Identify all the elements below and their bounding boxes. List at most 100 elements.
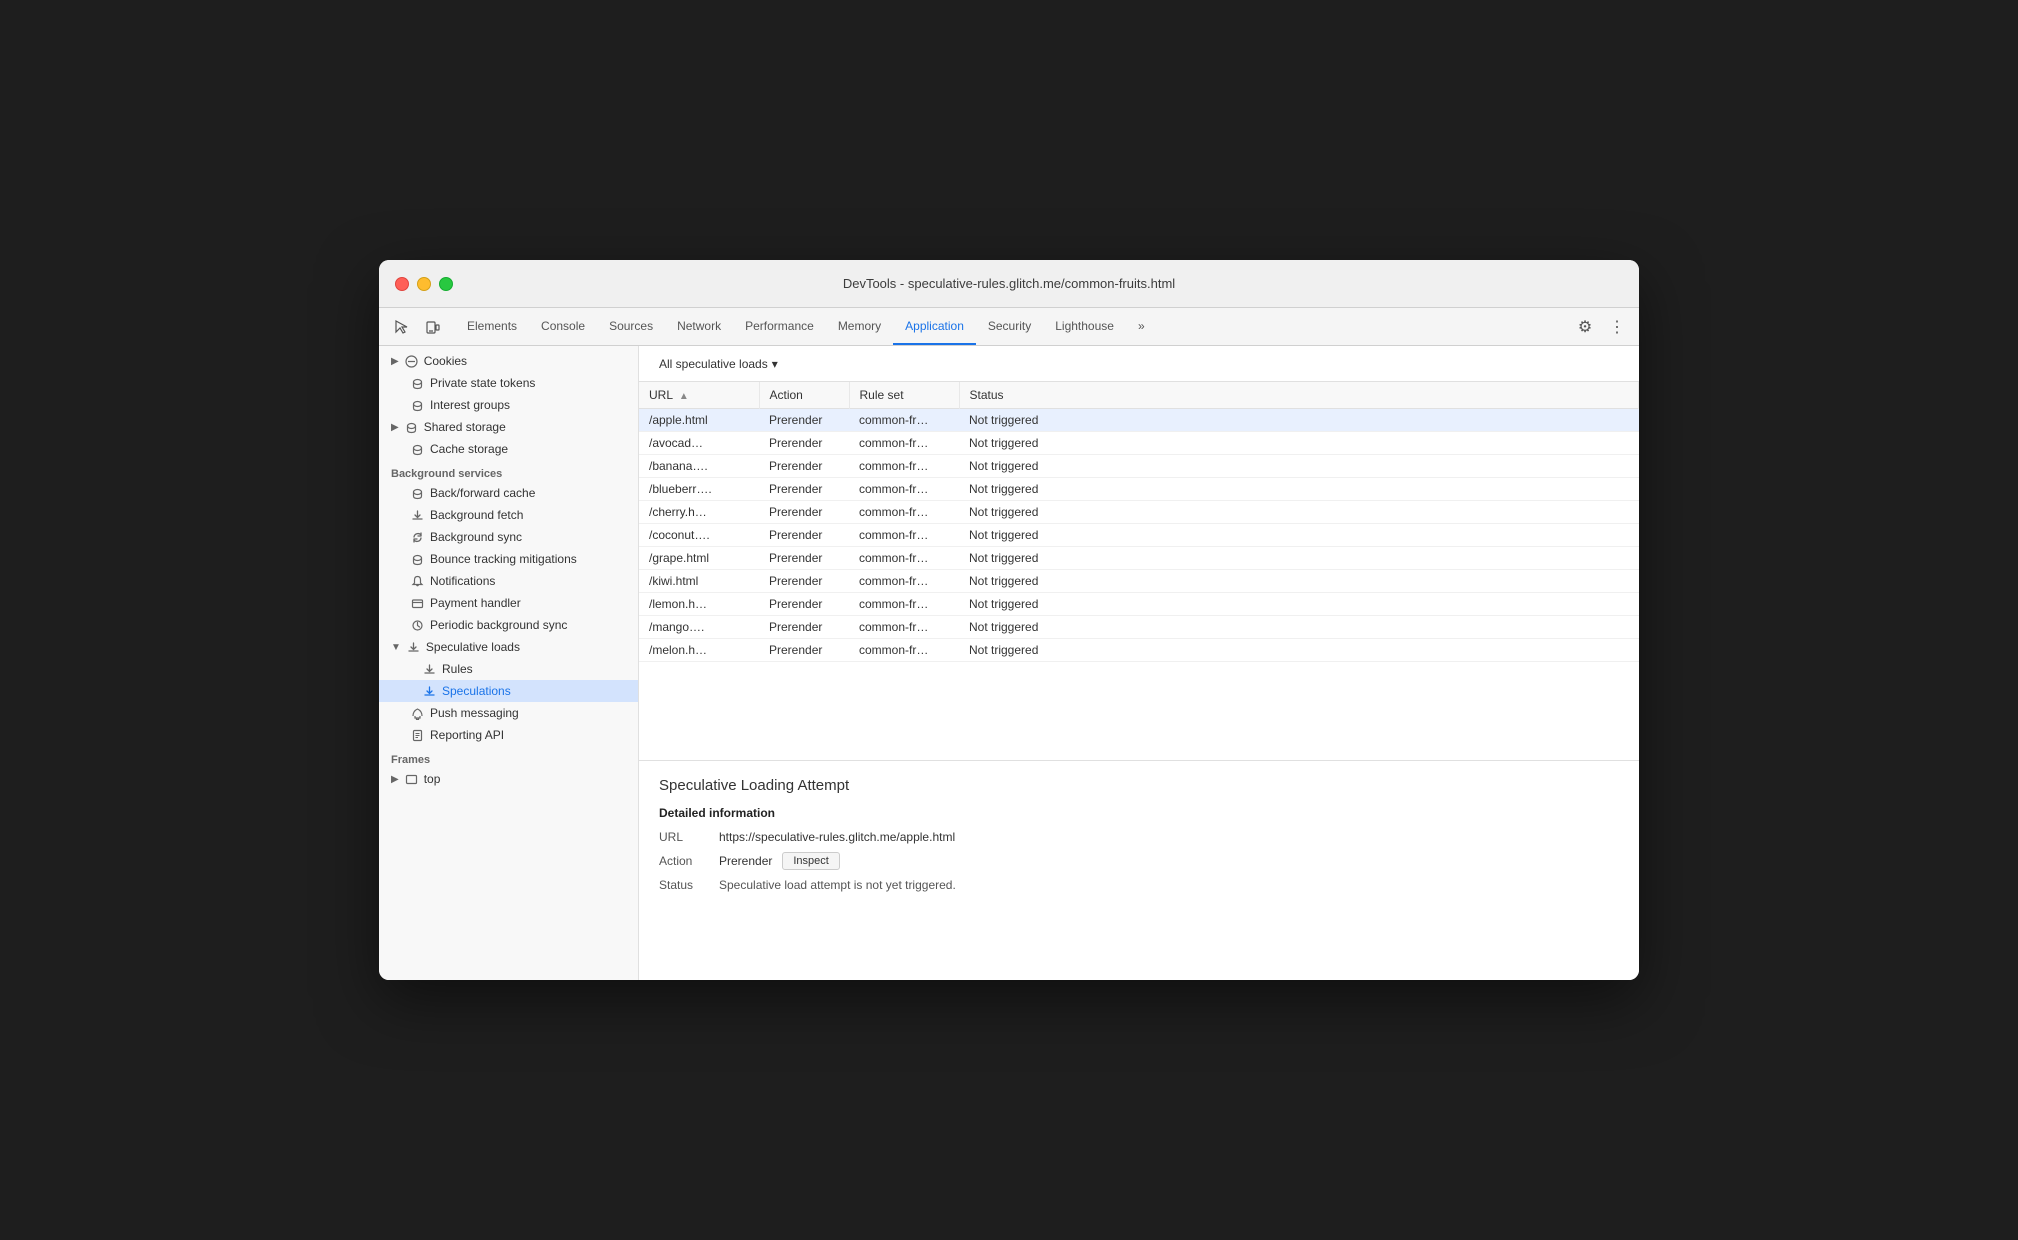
table-row[interactable]: /mango….Prerendercommon-fr…Not triggered <box>639 616 1639 639</box>
tab-more[interactable]: » <box>1126 308 1157 345</box>
table-row[interactable]: /avocad…Prerendercommon-fr…Not triggered <box>639 432 1639 455</box>
expand-cookies-icon: ▶ <box>391 356 399 367</box>
cell-status: Not triggered <box>959 547 1639 570</box>
push-messaging-icon <box>411 707 424 720</box>
device-icon[interactable] <box>419 313 447 341</box>
tab-sources[interactable]: Sources <box>597 308 665 345</box>
tab-network[interactable]: Network <box>665 308 733 345</box>
cell-action: Prerender <box>759 501 849 524</box>
sidebar-label-cookies: Cookies <box>424 354 630 368</box>
filter-dropdown[interactable]: All speculative loads ▾ <box>651 353 786 375</box>
settings-icon[interactable]: ⚙ <box>1571 313 1599 341</box>
reporting-api-icon <box>411 729 424 742</box>
table-row[interactable]: /kiwi.htmlPrerendercommon-fr…Not trigger… <box>639 570 1639 593</box>
table-row[interactable]: /banana….Prerendercommon-fr…Not triggere… <box>639 455 1639 478</box>
tab-performance[interactable]: Performance <box>733 308 826 345</box>
cell-status: Not triggered <box>959 455 1639 478</box>
sidebar-item-cookies[interactable]: ▶ Cookies <box>379 350 638 372</box>
toolbar-icons <box>387 308 447 345</box>
sidebar-label-shared-storage: Shared storage <box>424 420 630 434</box>
detail-status-value: Speculative load attempt is not yet trig… <box>719 878 956 892</box>
sidebar-item-reporting-api[interactable]: Reporting API <box>379 724 638 746</box>
table-row[interactable]: /cherry.h…Prerendercommon-fr…Not trigger… <box>639 501 1639 524</box>
col-header-url[interactable]: URL ▲ <box>639 382 759 409</box>
table-row[interactable]: /coconut….Prerendercommon-fr…Not trigger… <box>639 524 1639 547</box>
cursor-icon[interactable] <box>387 313 415 341</box>
sidebar-label-periodic-bg-sync: Periodic background sync <box>430 618 630 632</box>
sidebar-item-payment-handler[interactable]: Payment handler <box>379 592 638 614</box>
sidebar-item-cache-storage[interactable]: Cache storage <box>379 438 638 460</box>
sidebar-label-interest-groups: Interest groups <box>430 398 630 412</box>
sidebar-item-bg-fetch[interactable]: Background fetch <box>379 504 638 526</box>
cell-url: /kiwi.html <box>639 570 759 593</box>
notifications-icon <box>411 575 424 588</box>
shared-storage-icon <box>405 421 418 434</box>
inspect-button[interactable]: Inspect <box>782 852 839 870</box>
col-header-ruleset[interactable]: Rule set <box>849 382 959 409</box>
sidebar-label-notifications: Notifications <box>430 574 630 588</box>
bounce-tracking-icon <box>411 553 424 566</box>
tab-memory[interactable]: Memory <box>826 308 893 345</box>
cell-action: Prerender <box>759 432 849 455</box>
devtools-toolbar: Elements Console Sources Network Perform… <box>379 308 1639 346</box>
sidebar-item-notifications[interactable]: Notifications <box>379 570 638 592</box>
detail-status-label: Status <box>659 878 719 892</box>
sidebar-item-speculations[interactable]: Speculations <box>379 680 638 702</box>
sidebar-label-bfcache: Back/forward cache <box>430 486 630 500</box>
detail-url-value: https://speculative-rules.glitch.me/appl… <box>719 830 955 844</box>
expand-shared-storage-icon: ▶ <box>391 422 399 433</box>
sidebar-label-top: top <box>424 772 630 786</box>
sidebar-label-bg-sync: Background sync <box>430 530 630 544</box>
table-header-row: URL ▲ Action Rule set Status <box>639 382 1639 409</box>
sidebar-item-top[interactable]: ▶ top <box>379 768 638 790</box>
table-row[interactable]: /melon.h…Prerendercommon-fr…Not triggere… <box>639 639 1639 662</box>
cell-url: /apple.html <box>639 409 759 432</box>
cell-url: /avocad… <box>639 432 759 455</box>
tab-application[interactable]: Application <box>893 308 976 345</box>
cell-ruleset: common-fr… <box>849 547 959 570</box>
fullscreen-button[interactable] <box>439 277 453 291</box>
table-row[interactable]: /blueberr….Prerendercommon-fr…Not trigge… <box>639 478 1639 501</box>
sidebar-item-speculative-loads[interactable]: ▼ Speculative loads <box>379 636 638 658</box>
tab-console[interactable]: Console <box>529 308 597 345</box>
sidebar-item-private-state-tokens[interactable]: Private state tokens <box>379 372 638 394</box>
minimize-button[interactable] <box>417 277 431 291</box>
more-options-icon[interactable]: ⋮ <box>1603 313 1631 341</box>
detail-status-row: Status Speculative load attempt is not y… <box>659 878 1619 892</box>
payment-handler-icon <box>411 597 424 610</box>
cell-ruleset: common-fr… <box>849 593 959 616</box>
sidebar-item-bg-sync[interactable]: Background sync <box>379 526 638 548</box>
sidebar: ▶ Cookies Private state tokens Interest … <box>379 346 639 980</box>
cell-ruleset: common-fr… <box>849 478 959 501</box>
sort-url-icon: ▲ <box>679 391 689 402</box>
cell-action: Prerender <box>759 570 849 593</box>
cache-storage-icon <box>411 443 424 456</box>
sidebar-label-cache-storage: Cache storage <box>430 442 630 456</box>
traffic-lights <box>395 277 453 291</box>
col-header-status[interactable]: Status <box>959 382 1639 409</box>
tab-elements[interactable]: Elements <box>455 308 529 345</box>
tab-lighthouse[interactable]: Lighthouse <box>1043 308 1126 345</box>
table-row[interactable]: /lemon.h…Prerendercommon-fr…Not triggere… <box>639 593 1639 616</box>
bg-sync-icon <box>411 531 424 544</box>
sidebar-item-bfcache[interactable]: Back/forward cache <box>379 482 638 504</box>
cell-ruleset: common-fr… <box>849 455 959 478</box>
sidebar-item-bounce-tracking[interactable]: Bounce tracking mitigations <box>379 548 638 570</box>
sidebar-item-periodic-bg-sync[interactable]: Periodic background sync <box>379 614 638 636</box>
detail-action-row: Action Prerender Inspect <box>659 852 1619 870</box>
table-row[interactable]: /grape.htmlPrerendercommon-fr…Not trigge… <box>639 547 1639 570</box>
cell-action: Prerender <box>759 593 849 616</box>
cell-action: Prerender <box>759 524 849 547</box>
tab-security[interactable]: Security <box>976 308 1043 345</box>
cell-status: Not triggered <box>959 478 1639 501</box>
sidebar-item-interest-groups[interactable]: Interest groups <box>379 394 638 416</box>
table-row[interactable]: /apple.htmlPrerendercommon-fr…Not trigge… <box>639 409 1639 432</box>
sidebar-item-push-messaging[interactable]: Push messaging <box>379 702 638 724</box>
cell-status: Not triggered <box>959 616 1639 639</box>
sidebar-item-shared-storage[interactable]: ▶ Shared storage <box>379 416 638 438</box>
sidebar-item-rules[interactable]: Rules <box>379 658 638 680</box>
close-button[interactable] <box>395 277 409 291</box>
cell-action: Prerender <box>759 409 849 432</box>
col-header-action[interactable]: Action <box>759 382 849 409</box>
cell-status: Not triggered <box>959 524 1639 547</box>
